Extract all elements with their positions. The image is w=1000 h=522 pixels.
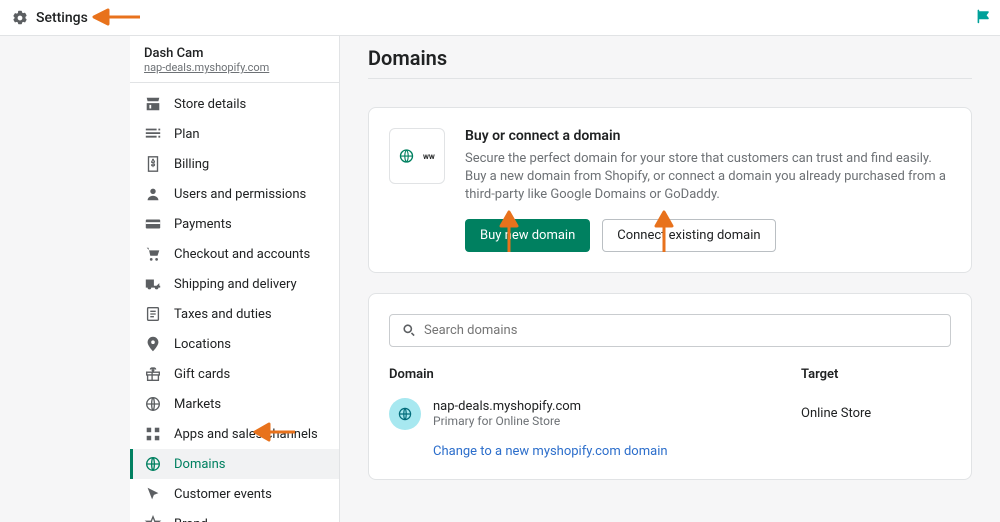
topbar: Settings bbox=[0, 0, 1000, 36]
sidebar-item-taxes[interactable]: Taxes and duties bbox=[130, 299, 339, 329]
store-icon bbox=[144, 95, 162, 113]
sidebar-item-label: Brand bbox=[174, 517, 208, 522]
sidebar-item-users[interactable]: Users and permissions bbox=[130, 179, 339, 209]
domain-target: Online Store bbox=[801, 406, 951, 421]
globe-icon bbox=[144, 455, 162, 473]
sidebar-item-label: Gift cards bbox=[174, 367, 230, 382]
domain-avatar bbox=[389, 398, 421, 430]
users-icon bbox=[144, 185, 162, 203]
col-target-header: Target bbox=[801, 367, 951, 382]
promo-heading: Buy or connect a domain bbox=[465, 128, 951, 144]
www-icon: WWW bbox=[389, 128, 445, 184]
settings-title: Settings bbox=[36, 10, 88, 26]
sidebar-item-label: Payments bbox=[174, 217, 232, 232]
globe-icon bbox=[144, 395, 162, 413]
apps-icon bbox=[144, 425, 162, 443]
change-domain-link[interactable]: Change to a new myshopify.com domain bbox=[389, 438, 951, 459]
domain-subtext: Primary for Online Store bbox=[433, 414, 801, 428]
promo-card: WWW Buy or connect a domain Secure the p… bbox=[368, 107, 972, 273]
sidebar-item-store-details[interactable]: Store details bbox=[130, 89, 339, 119]
svg-text:$: $ bbox=[150, 159, 155, 170]
domain-name: nap-deals.myshopify.com bbox=[433, 399, 801, 414]
sidebar-item-label: Plan bbox=[174, 127, 200, 142]
sidebar-header: Dash Cam nap-deals.myshopify.com bbox=[130, 36, 339, 83]
payments-icon bbox=[144, 215, 162, 233]
location-icon bbox=[144, 335, 162, 353]
store-name: Dash Cam bbox=[144, 46, 325, 61]
plan-icon bbox=[144, 125, 162, 143]
sidebar-item-label: Checkout and accounts bbox=[174, 247, 310, 262]
sidebar-item-label: Store details bbox=[174, 97, 246, 112]
sidebar-item-domains[interactable]: Domains bbox=[130, 449, 339, 479]
col-domain-header: Domain bbox=[389, 367, 801, 382]
domain-row[interactable]: nap-deals.myshopify.com Primary for Onli… bbox=[389, 390, 951, 438]
brand-icon bbox=[144, 515, 162, 522]
sidebar-item-checkout[interactable]: Checkout and accounts bbox=[130, 239, 339, 269]
sidebar-item-plan[interactable]: Plan bbox=[130, 119, 339, 149]
sidebar-item-label: Apps and sales channels bbox=[174, 427, 318, 442]
sidebar-item-label: Customer events bbox=[174, 487, 272, 502]
sidebar-item-label: Users and permissions bbox=[174, 187, 306, 202]
sidebar-item-locations[interactable]: Locations bbox=[130, 329, 339, 359]
main-content: Domains WWW Buy or connect a domain Secu… bbox=[340, 36, 1000, 522]
divider bbox=[368, 78, 972, 79]
search-wrap bbox=[389, 314, 951, 347]
sidebar-item-apps[interactable]: Apps and sales channels bbox=[130, 419, 339, 449]
connect-existing-domain-button[interactable]: Connect existing domain bbox=[602, 219, 775, 252]
sidebar-nav: Store details Plan $ Billing Users and pe… bbox=[130, 83, 339, 522]
taxes-icon bbox=[144, 305, 162, 323]
settings-sidebar: Dash Cam nap-deals.myshopify.com Store d… bbox=[130, 36, 340, 522]
gear-icon bbox=[12, 10, 28, 26]
truck-icon bbox=[144, 275, 162, 293]
search-domains-input[interactable] bbox=[389, 314, 951, 347]
buy-new-domain-button[interactable]: Buy new domain bbox=[465, 219, 590, 252]
sidebar-item-billing[interactable]: $ Billing bbox=[130, 149, 339, 179]
sidebar-item-label: Billing bbox=[174, 157, 209, 172]
search-icon bbox=[401, 322, 417, 338]
cursor-icon bbox=[144, 485, 162, 503]
sidebar-item-label: Locations bbox=[174, 337, 231, 352]
sidebar-item-label: Shipping and delivery bbox=[174, 277, 297, 292]
sidebar-item-markets[interactable]: Markets bbox=[130, 389, 339, 419]
page-title: Domains bbox=[368, 46, 972, 70]
flag-icon[interactable] bbox=[976, 8, 992, 28]
store-url[interactable]: nap-deals.myshopify.com bbox=[144, 61, 325, 74]
sidebar-item-shipping[interactable]: Shipping and delivery bbox=[130, 269, 339, 299]
domains-card: Domain Target nap-deals.myshopify.com Pr… bbox=[368, 293, 972, 480]
sidebar-item-label: Domains bbox=[174, 457, 225, 472]
billing-icon: $ bbox=[144, 155, 162, 173]
sidebar-item-label: Markets bbox=[174, 397, 221, 412]
table-header: Domain Target bbox=[389, 359, 951, 390]
sidebar-item-payments[interactable]: Payments bbox=[130, 209, 339, 239]
sidebar-item-brand[interactable]: Brand bbox=[130, 509, 339, 522]
promo-body-text: Secure the perfect domain for your store… bbox=[465, 150, 951, 205]
sidebar-item-label: Taxes and duties bbox=[174, 307, 272, 322]
gift-icon bbox=[144, 365, 162, 383]
cart-icon bbox=[144, 245, 162, 263]
svg-text:WWW: WWW bbox=[423, 153, 435, 161]
sidebar-item-gift-cards[interactable]: Gift cards bbox=[130, 359, 339, 389]
sidebar-item-customer-events[interactable]: Customer events bbox=[130, 479, 339, 509]
